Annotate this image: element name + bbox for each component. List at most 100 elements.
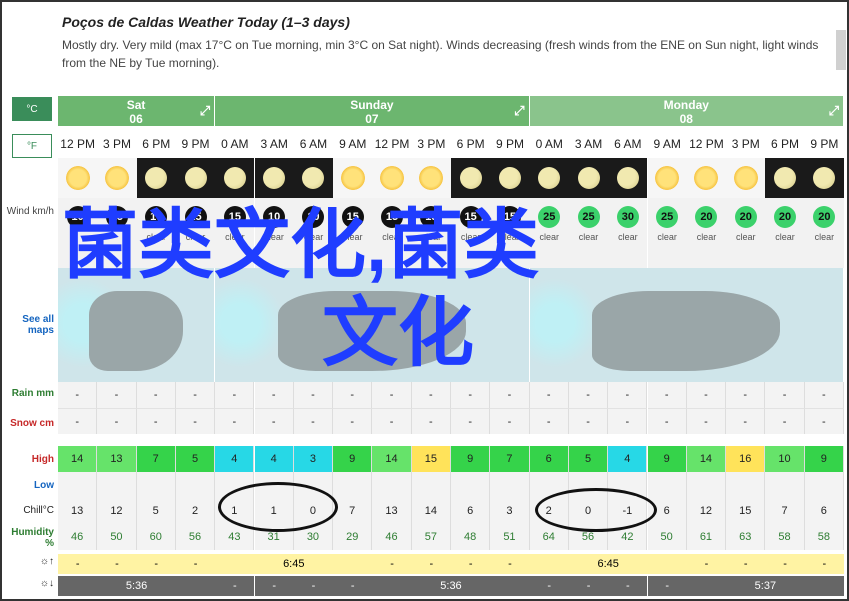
day-header-0[interactable]: Sat 06 ⤢ xyxy=(58,96,216,126)
wind-condition: clear xyxy=(775,232,795,242)
high-cell: 5 xyxy=(175,446,216,472)
high-cell: 6 xyxy=(529,446,569,472)
rain-cell: - xyxy=(215,382,255,408)
humidity-cell: 60 xyxy=(136,524,176,550)
expand-icon[interactable]: ⤢ xyxy=(200,104,210,118)
chill-cell: 14 xyxy=(411,498,451,524)
weather-map-thumbnail[interactable] xyxy=(529,268,844,382)
chill-cell: 13 xyxy=(372,498,412,524)
wind-cell: 30 clear xyxy=(608,198,648,268)
high-cell: 7 xyxy=(490,446,530,472)
time-cell: 6 PM xyxy=(451,130,491,158)
low-cell xyxy=(97,472,137,498)
time-cell: 3 PM xyxy=(97,130,137,158)
wind-condition: clear xyxy=(696,232,717,242)
humidity-cell: 51 xyxy=(490,524,530,550)
celsius-button[interactable]: °C xyxy=(12,97,52,121)
humidity-cell: 57 xyxy=(411,524,451,550)
sunset-cell: - xyxy=(529,576,569,596)
high-cell: 4 xyxy=(215,446,255,472)
expand-icon[interactable]: ⤢ xyxy=(514,104,524,118)
humidity-cell: 46 xyxy=(58,524,98,550)
chill-cell: 5 xyxy=(136,498,176,524)
time-cell: 3 AM xyxy=(568,130,609,158)
time-cell: 9 PM xyxy=(804,130,844,158)
low-cell xyxy=(451,472,491,498)
moon-icon xyxy=(577,167,600,189)
rain-cell: - xyxy=(136,382,176,408)
moon-icon xyxy=(263,167,286,189)
sun-icon xyxy=(733,166,758,190)
high-cell: 9 xyxy=(647,446,687,472)
time-cell: 3 PM xyxy=(411,130,451,158)
moon-icon xyxy=(498,167,521,189)
snow-cell: - xyxy=(293,408,334,434)
sunrise-cell: - xyxy=(97,554,137,574)
snow-cell: - xyxy=(97,408,137,434)
rain-cell: - xyxy=(372,382,412,408)
wind-condition: clear xyxy=(735,232,756,242)
high-cell: 9 xyxy=(804,446,844,472)
snow-cell: - xyxy=(490,408,530,434)
day-date: 08 xyxy=(679,112,693,126)
low-label: Low xyxy=(34,480,54,491)
weather-icon-cell xyxy=(568,158,609,198)
rain-cell: - xyxy=(58,382,98,408)
humidity-cell: 63 xyxy=(726,524,766,550)
time-cell: 9 PM xyxy=(490,130,530,158)
rain-cell: - xyxy=(333,382,373,408)
sunset-cell: - xyxy=(293,576,334,596)
expand-icon[interactable]: ⤢ xyxy=(829,104,839,118)
low-cell xyxy=(58,472,98,498)
sunset-time: 5:36 xyxy=(58,576,216,596)
scrollbar[interactable] xyxy=(836,30,846,70)
see-all-maps-link[interactable]: See all maps xyxy=(4,314,56,336)
low-cell xyxy=(333,472,373,498)
sun-icon xyxy=(380,166,405,190)
snow-cell: - xyxy=(608,408,648,434)
high-cell: 3 xyxy=(293,446,334,472)
snow-cell: - xyxy=(451,408,491,434)
weather-icon-cell xyxy=(333,158,373,198)
chill-cell: 3 xyxy=(490,498,530,524)
weather-icon-cell xyxy=(451,158,491,198)
sunrise-cell: - xyxy=(490,554,530,574)
sunrise-cell: - xyxy=(175,554,216,574)
time-cell: 6 PM xyxy=(765,130,805,158)
chill-cell: 6 xyxy=(804,498,844,524)
watermark-line-1: 菌类文化,菌类 xyxy=(62,203,540,288)
wind-condition: clear xyxy=(814,232,835,242)
time-cell: 6 AM xyxy=(608,130,648,158)
sun-icon xyxy=(655,166,680,190)
watermark-line-2: 文化 xyxy=(322,291,474,376)
snow-cell: - xyxy=(136,408,176,434)
sunrise-cell: - xyxy=(686,554,727,574)
weather-icon-cell xyxy=(490,158,530,198)
humidity-cell: 58 xyxy=(804,524,844,550)
day-name: Sunday xyxy=(350,98,394,112)
fahrenheit-button[interactable]: °F xyxy=(12,134,52,158)
chill-cell: 12 xyxy=(686,498,727,524)
rain-cell: - xyxy=(529,382,569,408)
chill-cell: 12 xyxy=(97,498,137,524)
low-cell xyxy=(490,472,530,498)
rain-cell: - xyxy=(411,382,451,408)
humidity-label: Humidity % xyxy=(11,527,54,549)
day-header-1[interactable]: Sunday 07 ⤢ xyxy=(215,96,530,126)
day-header-2[interactable]: Monday 08 ⤢ xyxy=(529,96,844,126)
time-cell: 12 PM xyxy=(372,130,412,158)
sun-icon xyxy=(340,166,365,190)
sunrise-cell: - xyxy=(804,554,844,574)
wind-condition: clear xyxy=(578,232,599,242)
wind-arrow-icon: 20 xyxy=(813,206,836,228)
weather-icon-cell xyxy=(372,158,412,198)
rain-cell: - xyxy=(451,382,491,408)
humidity-cell: 56 xyxy=(175,524,216,550)
weather-icon-cell xyxy=(254,158,294,198)
wind-arrow-icon: 25 xyxy=(577,206,600,228)
weather-icon-cell xyxy=(411,158,451,198)
sun-icon xyxy=(419,166,444,190)
snow-cell: - xyxy=(215,408,255,434)
rain-cell: - xyxy=(608,382,648,408)
weather-icon-cell xyxy=(686,158,727,198)
